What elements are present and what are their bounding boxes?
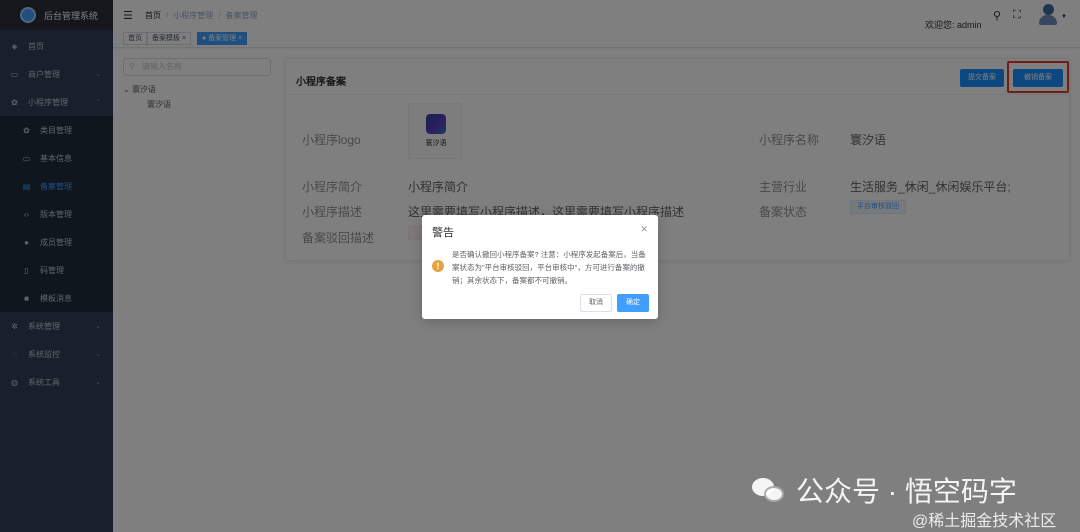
dialog-message: 是否确认撤回小程序备案? 注意：小程序发起备案后，当备案状态为"平台审核驳回，平… bbox=[452, 250, 646, 285]
close-icon[interactable]: ✕ bbox=[640, 224, 648, 235]
wechat-icon bbox=[752, 476, 786, 504]
warning-dialog: 警告 ✕ ! 是否确认撤回小程序备案? 注意：小程序发起备案后，当备案状态为"平… bbox=[422, 215, 658, 319]
warning-icon: ! bbox=[432, 260, 444, 272]
dialog-title: 警告 bbox=[432, 227, 454, 239]
watermark-text: 公众号 · 悟空码字 bbox=[796, 476, 1017, 507]
watermark-sub: @稀土掘金技术社区 bbox=[912, 513, 1057, 530]
cancel-button[interactable]: 取消 bbox=[580, 294, 612, 312]
confirm-button[interactable]: 确定 bbox=[617, 294, 649, 312]
watermark: 公众号 · 悟空码字 bbox=[752, 470, 1017, 510]
